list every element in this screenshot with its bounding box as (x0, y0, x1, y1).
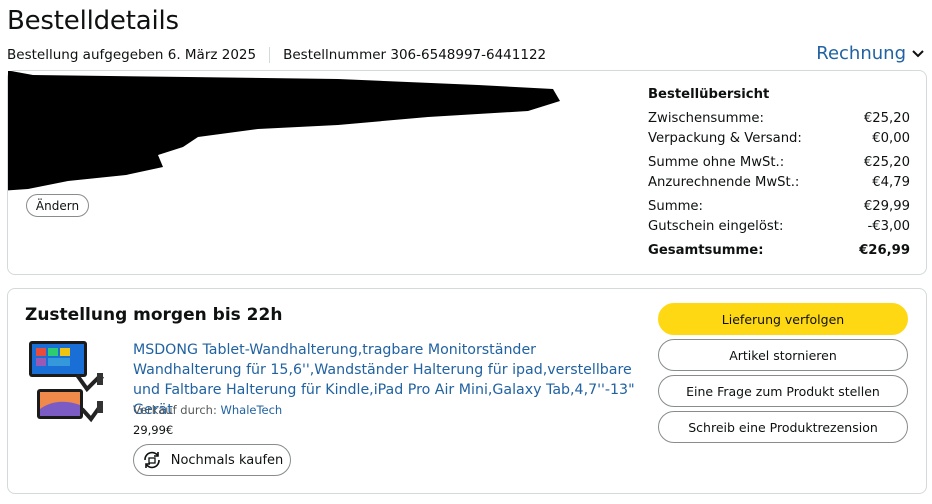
summary-row-subtotal: Zwischensumme: €25,20 (648, 109, 910, 129)
summary-value: €4,79 (872, 175, 910, 190)
summary-value: €0,00 (872, 131, 910, 146)
summary-label: Anzurechnende MwSt.: (648, 175, 800, 190)
redacted-shipping-address (8, 71, 560, 191)
invoice-label: Rechnung (816, 43, 906, 64)
summary-label: Summe: (648, 199, 703, 214)
order-date: Bestellung aufgegeben 6. März 2025 (7, 47, 257, 63)
summary-value: -€3,00 (867, 219, 910, 234)
cancel-item-button[interactable]: Artikel stornieren (658, 339, 908, 371)
summary-row-shipping: Verpackung & Versand: €0,00 (648, 129, 910, 149)
buy-again-button[interactable]: Nochmals kaufen (133, 444, 291, 476)
write-review-button[interactable]: Schreib eine Produktrezension (658, 411, 908, 443)
seller-link[interactable]: WhaleTech (220, 403, 282, 417)
summary-row-net: Summe ohne MwSt.: €25,20 (648, 153, 910, 173)
order-summary-card: Ändern Bestellübersicht Zwischensumme: €… (7, 70, 927, 275)
product-price: 29,99€ (133, 423, 174, 437)
summary-label: Summe ohne MwSt.: (648, 155, 785, 170)
summary-row-sum: Summe: €29,99 (648, 197, 910, 217)
summary-value: €25,20 (863, 111, 910, 126)
order-meta: Bestellung aufgegeben 6. März 2025 Beste… (7, 47, 546, 63)
buy-again-label: Nochmals kaufen (170, 452, 284, 468)
summary-label: Verpackung & Versand: (648, 131, 802, 146)
delivery-title: Zustellung morgen bis 22h (25, 305, 283, 325)
product-image[interactable] (27, 339, 105, 429)
track-package-button[interactable]: Lieferung verfolgen (658, 303, 908, 335)
summary-label: Gutschein eingelöst: (648, 219, 784, 234)
invoice-dropdown[interactable]: Rechnung (816, 43, 924, 64)
meta-divider (269, 47, 271, 63)
summary-value: €29,99 (863, 199, 910, 214)
total-value: €26,99 (859, 243, 910, 258)
order-summary: Bestellübersicht Zwischensumme: €25,20 V… (648, 87, 910, 261)
buy-again-icon (143, 451, 160, 469)
delivery-card: Zustellung morgen bis 22h MSDONG Tablet-… (7, 288, 927, 494)
order-number: Bestellnummer 306-6548997-6441122 (283, 47, 547, 63)
summary-value: €25,20 (863, 155, 910, 170)
summary-row-voucher: Gutschein eingelöst: -€3,00 (648, 217, 910, 237)
change-address-button[interactable]: Ändern (26, 194, 89, 217)
summary-row-total: Gesamtsumme: €26,99 (648, 241, 910, 261)
seller-info: Verkauf durch: WhaleTech (133, 403, 282, 417)
seller-prefix: Verkauf durch: (133, 403, 217, 417)
total-label: Gesamtsumme: (648, 243, 764, 258)
page-title: Bestelldetails (7, 6, 179, 36)
chevron-down-icon (912, 49, 924, 57)
summary-row-vat: Anzurechnende MwSt.: €4,79 (648, 173, 910, 193)
summary-heading: Bestellübersicht (648, 87, 770, 102)
summary-label: Zwischensumme: (648, 111, 764, 126)
ask-question-button[interactable]: Eine Frage zum Produkt stellen (658, 375, 908, 407)
